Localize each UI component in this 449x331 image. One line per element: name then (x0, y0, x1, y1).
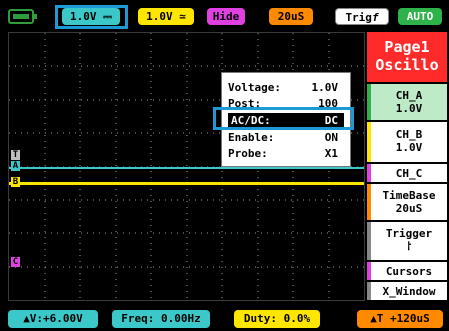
popup-value: X1 (324, 147, 338, 160)
sidebar-item-ch-a[interactable]: CH_A 1.0V (367, 84, 447, 120)
trigger-label: Trig (345, 11, 372, 24)
sidebar-item-cursors[interactable]: Cursors (367, 262, 447, 280)
channel-a-trace (9, 167, 364, 169)
delta-time-readout: ▲T +120uS (357, 310, 443, 328)
channel-b-marker[interactable]: B (11, 177, 20, 187)
channel-a-marker[interactable]: A (11, 161, 20, 171)
popup-row-voltage[interactable]: Voltage: 1.0V (228, 80, 344, 95)
sidebar-item-label: CH_C (395, 167, 423, 180)
mode-button[interactable]: AUTO (398, 8, 442, 25)
sidebar-item-label: CH_A (395, 89, 423, 102)
trigger-button[interactable]: Trigf (335, 8, 389, 25)
page-title: Page1 (384, 38, 430, 56)
acdc-row-highlight (213, 107, 354, 130)
sidebar-item-label: Trigger (385, 227, 433, 240)
popup-value: ON (324, 131, 338, 144)
sidebar-item-value: 1.0V (395, 141, 423, 154)
sidebar-item-value: 1.0V (395, 102, 423, 115)
popup-key: Enable: (228, 131, 275, 144)
ch-b-scale-button[interactable]: 1.0V ≃ (138, 8, 194, 25)
battery-icon (8, 9, 37, 24)
trigger-level-marker[interactable]: T (11, 150, 20, 160)
popup-key: Voltage: (228, 81, 281, 94)
sidebar-item-value: 20uS (395, 202, 423, 215)
popup-value: 1.0V (311, 81, 339, 94)
sidebar-item-x-window[interactable]: X_Window (367, 282, 447, 300)
popup-row-probe[interactable]: Probe: X1 (228, 146, 344, 161)
scope-screen[interactable]: Voltage: 1.0V Post: 100 AC/DC: DC Enable… (8, 32, 365, 301)
sidebar-item-trigger[interactable]: Trigger ⸷ (367, 222, 447, 260)
ch-a-scale-highlight (55, 5, 128, 29)
sidebar-item-timebase[interactable]: TimeBase 20uS (367, 184, 447, 220)
sidebar-item-label: CH_B (395, 128, 423, 141)
popup-row-enable[interactable]: Enable: ON (228, 130, 344, 145)
popup-key: Probe: (228, 147, 268, 160)
rising-edge-icon: ⸷ (406, 240, 412, 253)
sidebar-item-label: X_Window (382, 285, 436, 298)
sidebar-item-label: Cursors (385, 265, 433, 278)
sidebar-item-ch-c[interactable]: CH_C (367, 164, 447, 182)
channel-b-trace (9, 182, 364, 185)
page-header[interactable]: Page1 Oscillo (367, 32, 447, 82)
page-subtitle: Oscillo (375, 56, 439, 74)
channel-c-marker[interactable]: C (11, 257, 20, 267)
duty-readout: Duty: 0.0% (234, 310, 320, 328)
timebase-button[interactable]: 20uS (269, 8, 313, 25)
hide-button[interactable]: Hide (207, 8, 245, 25)
sidebar-item-label: TimeBase (382, 189, 436, 202)
rising-edge-icon: f (371, 11, 379, 24)
sidebar-item-ch-b[interactable]: CH_B 1.0V (367, 122, 447, 162)
voltage-readout: ▲V:+6.00V (8, 310, 98, 328)
frequency-readout: Freq: 0.00Hz (112, 310, 210, 328)
